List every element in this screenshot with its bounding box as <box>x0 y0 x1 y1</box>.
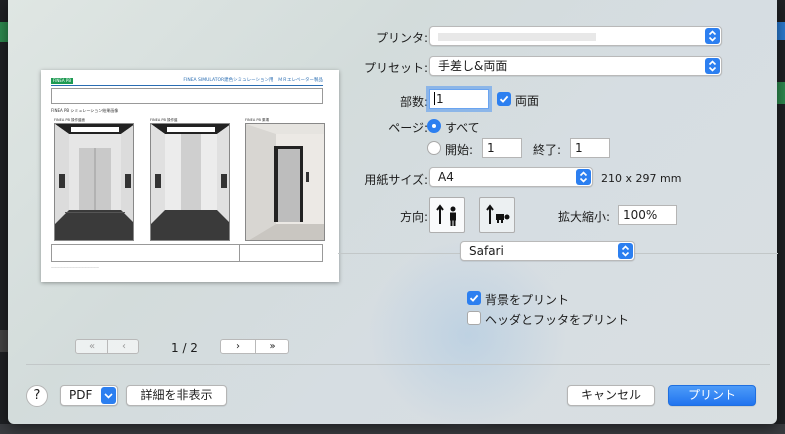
chevron-down-icon <box>101 387 116 404</box>
duplex-label: 両面 <box>515 94 540 108</box>
dialog-glow <box>368 240 568 430</box>
copies-value: 1 <box>436 92 444 106</box>
preview-header-box <box>51 88 323 104</box>
preset-label: プリセット: <box>363 61 428 75</box>
last-page-icon[interactable]: » <box>255 340 290 353</box>
preview-subtitle: FINEA PB シミュレーション結果画像 <box>51 108 119 113</box>
up-down-arrows-icon <box>705 28 720 44</box>
print-header-footer-checkbox[interactable] <box>467 311 481 325</box>
text-caret <box>434 92 435 105</box>
orientation-label: 方向: <box>399 210 428 224</box>
scale-value: 100% <box>623 208 658 222</box>
preview-bottom-box <box>51 244 323 262</box>
pages-from-value: 1 <box>487 141 495 155</box>
pages-to-label: 終了: <box>533 143 562 157</box>
next-page-icon[interactable]: › <box>221 340 255 353</box>
pages-from-field[interactable]: 1 <box>482 138 522 158</box>
app-settings-popup[interactable]: Safari <box>460 241 635 261</box>
printer-name-redacted <box>438 33 596 41</box>
print-backgrounds-checkbox[interactable] <box>467 291 481 305</box>
landscape-orientation-icon <box>486 204 510 224</box>
orientation-portrait-button[interactable] <box>429 197 465 233</box>
cancel-button[interactable]: キャンセル <box>567 385 655 406</box>
first-page-icon[interactable]: « <box>76 340 108 353</box>
pages-from-label: 開始: <box>445 143 474 157</box>
duplex-checkbox[interactable] <box>497 92 511 106</box>
print-button[interactable]: プリント <box>668 385 756 406</box>
print-preview: FINEA PB FINEA SIMULATOR建色シミュレーション用 ＭＲエレ… <box>41 70 339 282</box>
scale-field[interactable]: 100% <box>618 205 677 225</box>
printer-popup[interactable] <box>429 26 722 46</box>
pdf-menu-button[interactable]: PDF <box>60 385 118 406</box>
preview-tag: FINEA PB <box>51 78 73 84</box>
previous-page-icon[interactable]: ‹ <box>108 340 140 353</box>
checkmark-icon <box>469 294 479 302</box>
up-down-arrows-icon <box>618 243 633 259</box>
pages-all-radio[interactable] <box>427 119 441 133</box>
preset-popup[interactable]: 手差し&両面 <box>429 56 722 76</box>
up-down-arrows-icon <box>576 169 591 185</box>
preview-elevator-image-3 <box>245 123 325 241</box>
paper-dimensions: 210 x 297 mm <box>601 172 682 185</box>
checkmark-icon <box>499 95 509 103</box>
preview-elevator-image-1 <box>54 123 134 241</box>
help-button[interactable]: ? <box>26 385 48 407</box>
copies-field[interactable]: 1 <box>429 89 489 109</box>
paper-size-popup[interactable]: A4 <box>429 167 593 187</box>
scale-label: 拡大縮小: <box>557 210 610 224</box>
print-backgrounds-label: 背景をプリント <box>485 293 570 307</box>
page-nav-back-group: « ‹ <box>75 339 139 354</box>
pages-range-radio[interactable] <box>427 141 441 155</box>
up-down-arrows-icon <box>705 58 720 74</box>
preview-title: FINEA SIMULATOR建色シミュレーション用 ＭＲエレベーター製品 <box>183 78 323 83</box>
preview-rule <box>51 85 323 86</box>
footer-divider <box>26 364 770 365</box>
portrait-orientation-icon <box>436 204 456 226</box>
pdf-label: PDF <box>69 388 93 402</box>
pages-all-label: すべて <box>445 121 480 135</box>
pages-to-value: 1 <box>575 141 583 155</box>
pages-to-field[interactable]: 1 <box>570 138 610 158</box>
paper-size-value: A4 <box>438 170 454 184</box>
preview-elevator-image-2 <box>150 123 230 241</box>
print-dialog: FINEA PB FINEA SIMULATOR建色シミュレーション用 ＭＲエレ… <box>8 0 778 430</box>
page-nav-forward-group: › » <box>220 339 289 354</box>
paper-size-label: 用紙サイズ: <box>364 173 428 187</box>
page-indicator: 1 / 2 <box>171 341 198 355</box>
desktop-background-bottom <box>0 424 785 434</box>
copies-label: 部数: <box>399 95 428 109</box>
app-settings-value: Safari <box>469 244 504 258</box>
printer-label: プリンタ: <box>375 31 428 45</box>
hide-details-button[interactable]: 詳細を非表示 <box>126 385 227 406</box>
orientation-landscape-button[interactable] <box>479 197 515 233</box>
pages-label: ページ: <box>388 121 428 135</box>
preset-value: 手差し&両面 <box>438 59 508 73</box>
print-header-footer-label: ヘッダとフッタをプリント <box>485 313 630 327</box>
preview-footnote: ———————————————— <box>51 265 99 269</box>
